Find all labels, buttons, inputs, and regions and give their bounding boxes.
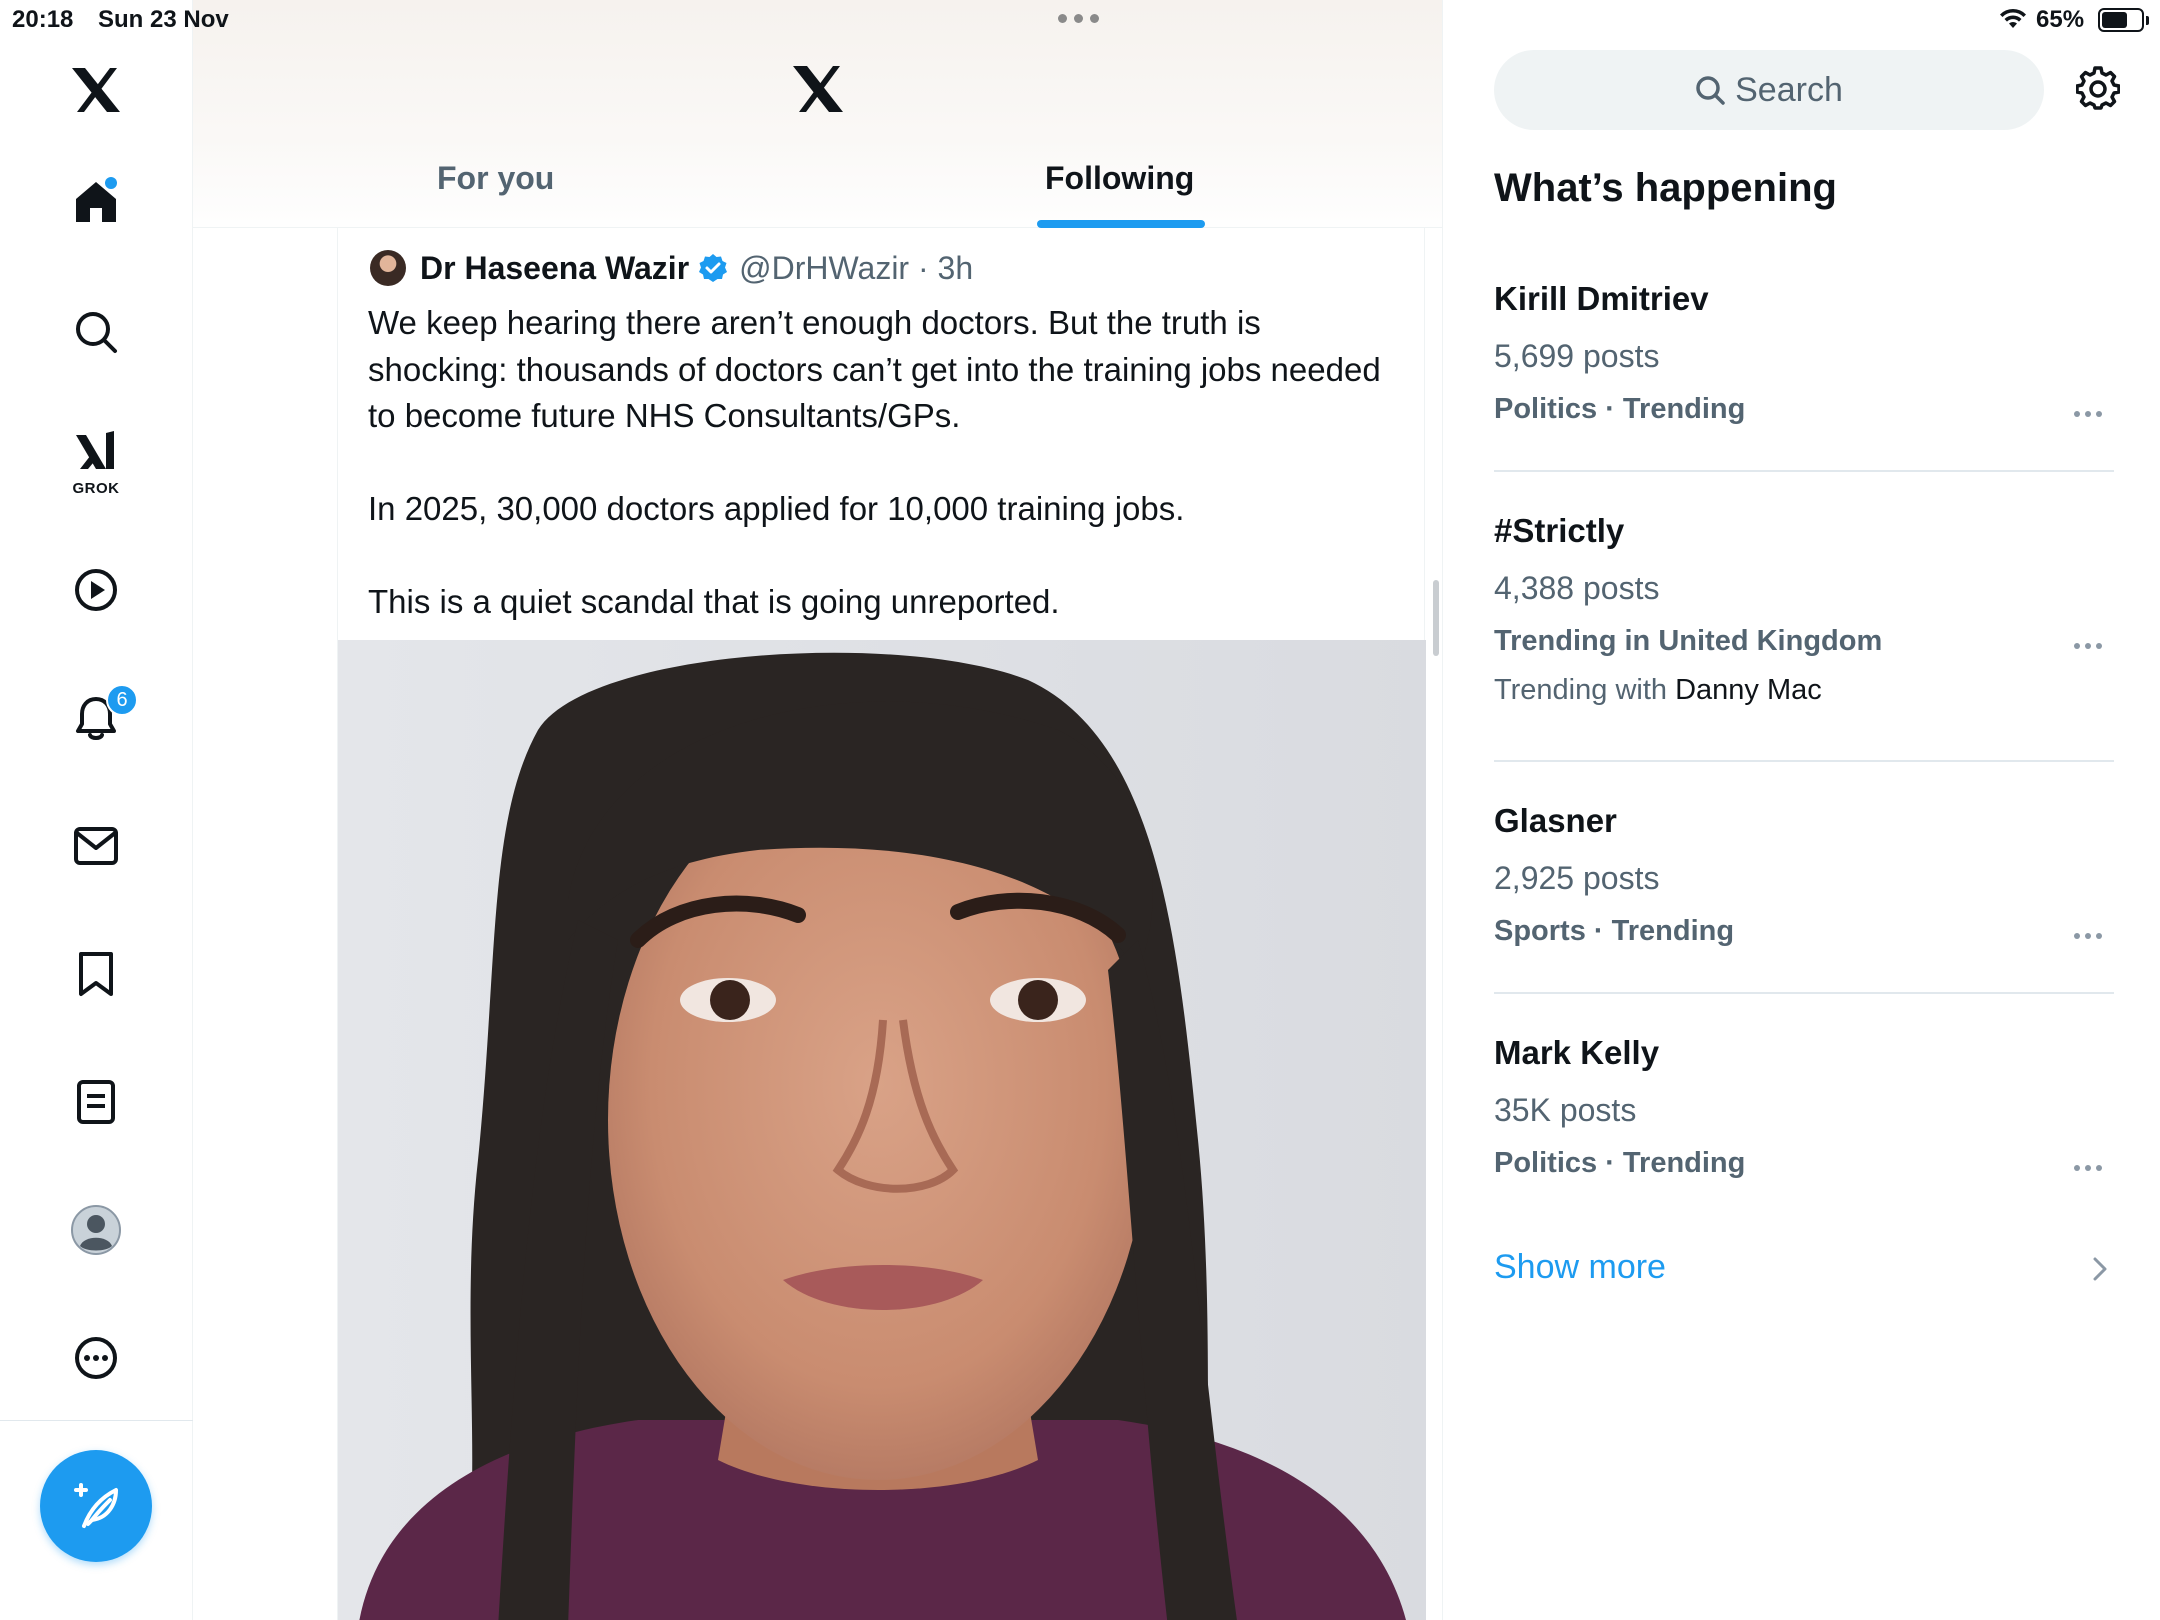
trend-name: Kirill Dmitriev xyxy=(1494,280,1709,317)
section-title: What’s happening xyxy=(1494,166,1837,210)
active-tab-indicator xyxy=(1037,220,1205,228)
tweet-video[interactable] xyxy=(338,640,1426,1620)
trend-related: Trending with Danny Mac xyxy=(1494,674,2114,707)
compose-feather-icon xyxy=(74,1483,118,1528)
explore-nav-button[interactable] xyxy=(48,284,144,380)
video-nav-button[interactable] xyxy=(48,542,144,638)
sidebar-divider xyxy=(0,1420,193,1421)
status-date: Sun 23 Nov xyxy=(98,6,229,33)
verified-badge-icon xyxy=(699,254,728,282)
trend-posts: 5,699 posts xyxy=(1494,338,1660,374)
trend-item[interactable]: Mark Kelly 35K posts Politics · Trending xyxy=(1494,1034,2114,1180)
x-logo-icon[interactable] xyxy=(48,42,144,138)
messages-nav-button[interactable] xyxy=(48,798,144,894)
avatar-icon xyxy=(71,1205,121,1255)
trend-category: Sports · Trending xyxy=(1494,915,1735,947)
more-dots-icon[interactable] xyxy=(2074,411,2102,417)
notifications-nav-button[interactable]: 6 xyxy=(48,670,144,766)
show-more-link[interactable]: Show more xyxy=(1494,1248,1666,1287)
chevron-right-icon[interactable] xyxy=(2092,1256,2108,1282)
battery-icon xyxy=(2098,8,2144,32)
tweet-header: Dr Haseena Wazir @DrHWazir · 3h xyxy=(370,244,973,292)
trend-divider xyxy=(1494,760,2114,762)
trend-posts: 2,925 posts xyxy=(1494,860,1660,896)
scrollbar-thumb[interactable] xyxy=(1433,580,1439,656)
battery-level xyxy=(2102,12,2127,28)
compose-post-button[interactable] xyxy=(40,1450,152,1562)
more-nav-button[interactable] xyxy=(48,1310,144,1406)
gear-icon[interactable] xyxy=(2076,66,2120,110)
more-circle-icon xyxy=(75,1337,117,1379)
play-icon xyxy=(75,569,117,611)
tweet-author-name[interactable]: Dr Haseena Wazir xyxy=(420,250,689,287)
status-bar: 20:18 Sun 23 Nov 65% xyxy=(0,0,2160,40)
search-icon xyxy=(76,312,117,353)
more-dots-icon[interactable] xyxy=(2074,933,2102,939)
right-sidebar: Search What’s happening Kirill Dmitriev … xyxy=(1444,0,2160,1620)
trend-posts: 4,388 posts xyxy=(1494,570,1660,606)
status-time: 20:18 xyxy=(12,6,74,33)
avatar[interactable] xyxy=(370,250,406,286)
grok-nav-button[interactable]: GROK xyxy=(48,414,144,510)
left-sidebar: GROK 6 xyxy=(0,0,193,1620)
trend-category: Politics · Trending xyxy=(1494,1147,1746,1179)
bookmarks-nav-button[interactable] xyxy=(48,926,144,1022)
tweet[interactable]: Dr Haseena Wazir @DrHWazir · 3h We keep … xyxy=(337,228,1426,1620)
home-unread-dot xyxy=(105,177,117,189)
trend-posts: 35K posts xyxy=(1494,1092,1637,1128)
trend-category: Trending in United Kingdom xyxy=(1494,625,1883,657)
search-icon xyxy=(1696,76,1725,105)
tweet-text: We keep hearing there aren’t enough doct… xyxy=(368,304,1381,620)
battery-cap xyxy=(2146,16,2149,25)
trend-related-name[interactable]: Danny Mac xyxy=(1675,674,1822,706)
trend-item[interactable]: Kirill Dmitriev 5,699 posts Politics · T… xyxy=(1494,280,2114,426)
trend-related-prefix: Trending with xyxy=(1494,674,1668,706)
mail-icon xyxy=(74,827,118,865)
trend-item[interactable]: #Strictly 4,388 posts Trending in United… xyxy=(1494,512,2114,707)
wifi-icon xyxy=(2000,8,2026,28)
notification-badge: 6 xyxy=(106,684,138,716)
trend-item[interactable]: Glasner 2,925 posts Sports · Trending xyxy=(1494,802,2114,948)
list-icon xyxy=(77,1080,115,1124)
tab-following[interactable]: Following xyxy=(1045,160,1194,200)
trend-name: Glasner xyxy=(1494,802,1617,839)
multitasking-dots-icon[interactable] xyxy=(1058,6,1099,23)
search-placeholder: Search xyxy=(1735,70,1843,109)
trend-name: Mark Kelly xyxy=(1494,1034,1660,1071)
main-timeline: For you Following Dr Haseena Wazir @DrHW… xyxy=(193,0,1443,1620)
bookmark-icon xyxy=(79,952,113,996)
more-dots-icon[interactable] xyxy=(2074,643,2102,649)
trend-name: #Strictly xyxy=(1494,512,1625,549)
tweet-handle-time[interactable]: @DrHWazir · 3h xyxy=(739,250,973,287)
x-logo-icon[interactable] xyxy=(791,64,845,114)
home-nav-button[interactable] xyxy=(48,154,144,250)
trend-divider xyxy=(1494,470,2114,472)
trend-divider xyxy=(1494,992,2114,994)
profile-nav-button[interactable] xyxy=(48,1182,144,1278)
more-dots-icon[interactable] xyxy=(2074,1165,2102,1171)
grok-icon xyxy=(76,431,114,469)
trend-category: Politics · Trending xyxy=(1494,393,1746,425)
tab-for-you[interactable]: For you xyxy=(437,160,554,200)
grok-label: GROK xyxy=(72,480,120,497)
battery-percent: 65% xyxy=(2036,6,2085,33)
lists-nav-button[interactable] xyxy=(48,1054,144,1150)
video-thumbnail-person-image xyxy=(338,640,1426,1620)
search-input[interactable]: Search xyxy=(1494,50,2044,130)
